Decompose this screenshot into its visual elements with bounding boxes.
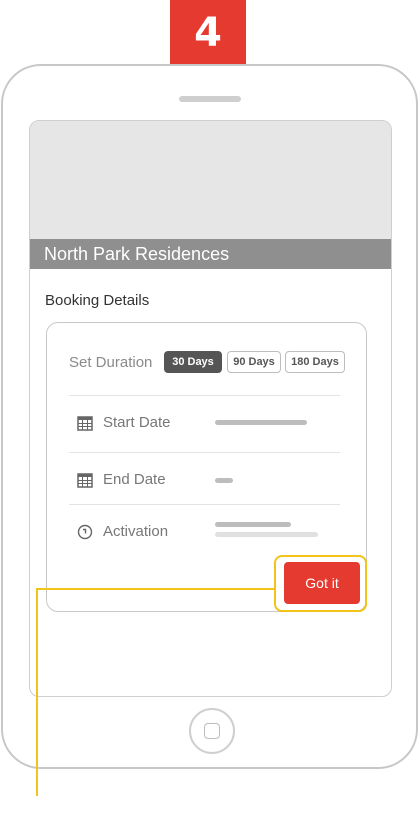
- set-duration-label: Set Duration: [69, 354, 153, 371]
- activation-subvalue-placeholder: [215, 532, 318, 537]
- divider: [69, 504, 340, 505]
- property-title-bar: North Park Residences: [30, 239, 391, 269]
- home-square-icon: [204, 723, 220, 739]
- duration-option-90-days[interactable]: 90 Days: [227, 351, 281, 373]
- callout-line-vertical: [36, 588, 38, 796]
- duration-option-30-days[interactable]: 30 Days: [164, 351, 222, 373]
- phone-speaker: [179, 96, 241, 102]
- phone-home-button[interactable]: [189, 708, 235, 754]
- property-name: North Park Residences: [44, 243, 230, 264]
- end-date-value-placeholder[interactable]: [215, 478, 233, 483]
- activation-label: Activation: [103, 523, 169, 540]
- divider: [69, 395, 340, 396]
- start-date-value-placeholder[interactable]: [215, 420, 307, 425]
- step-number-badge: 4: [170, 0, 246, 66]
- divider: [69, 452, 340, 453]
- hero-image-placeholder: [30, 121, 391, 239]
- clock-icon: [77, 524, 93, 540]
- phone-frame: North Park Residences Booking Details Se…: [1, 64, 418, 769]
- calendar-icon: [77, 473, 93, 488]
- calendar-icon: [77, 416, 93, 431]
- start-date-label: Start Date: [103, 414, 171, 431]
- booking-card: Set Duration 30 Days 90 Days 180 Days St…: [46, 322, 367, 612]
- booking-details-heading: Booking Details: [45, 292, 150, 309]
- end-date-label: End Date: [103, 471, 166, 488]
- phone-screen: North Park Residences Booking Details Se…: [29, 120, 392, 697]
- step-number: 4: [194, 10, 222, 56]
- got-it-button[interactable]: Got it: [284, 562, 360, 604]
- callout-line-horizontal: [36, 588, 274, 590]
- activation-value-placeholder: [215, 522, 291, 527]
- duration-option-180-days[interactable]: 180 Days: [285, 351, 345, 373]
